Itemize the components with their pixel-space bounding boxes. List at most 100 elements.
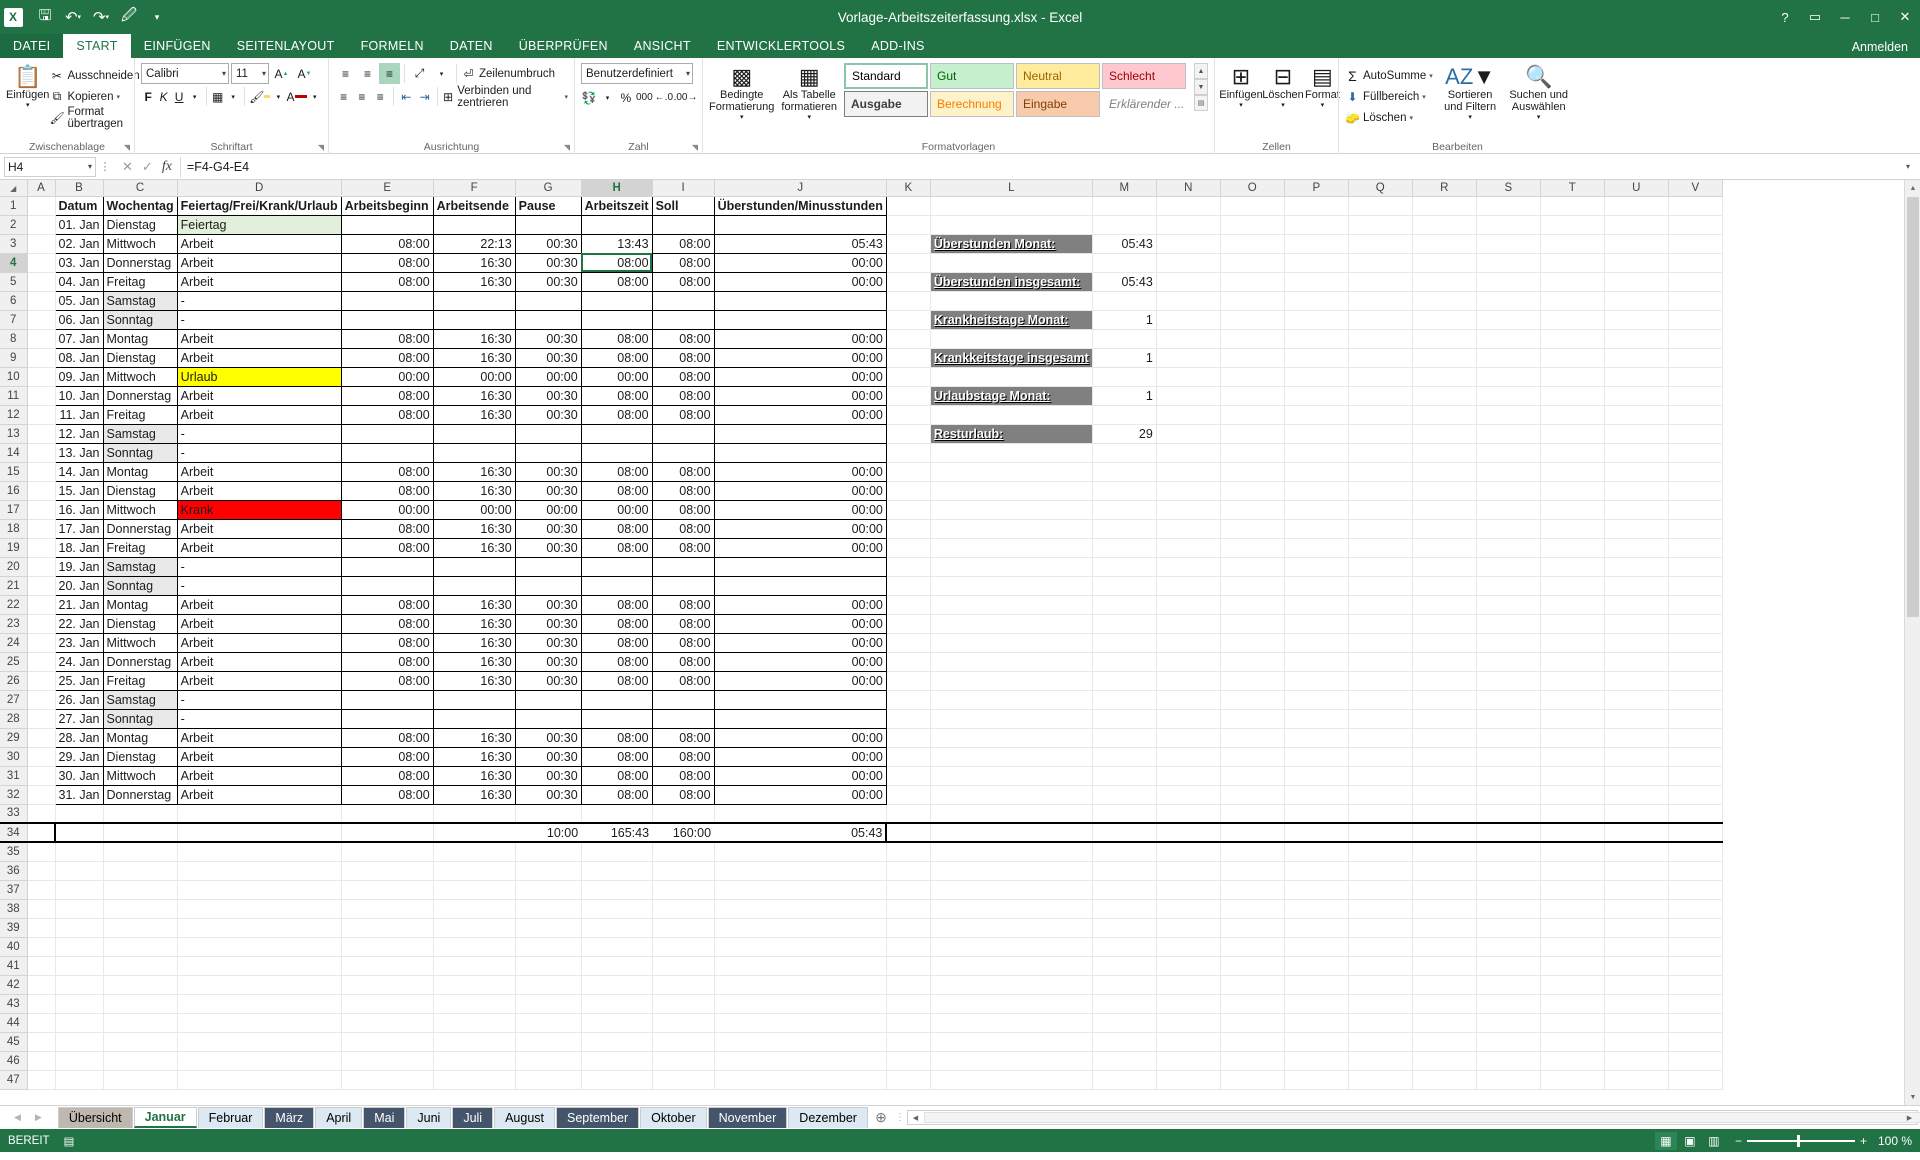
cell-A37[interactable] [27, 880, 55, 899]
cell-L12[interactable] [930, 405, 1092, 424]
normal-view[interactable]: ▦ [1655, 1132, 1677, 1150]
cell-M24[interactable] [1092, 633, 1156, 652]
cell-S18[interactable] [1476, 519, 1540, 538]
cell-V1[interactable] [1668, 196, 1722, 215]
cell-J33[interactable] [714, 804, 886, 823]
cell-U4[interactable] [1604, 253, 1668, 272]
cell-N43[interactable] [1156, 994, 1220, 1013]
cell-P36[interactable] [1284, 861, 1348, 880]
cell-H35[interactable] [581, 842, 652, 861]
cell-E17[interactable]: 00:00 [341, 500, 433, 519]
cell-N21[interactable] [1156, 576, 1220, 595]
cell-T13[interactable] [1540, 424, 1604, 443]
cell-D36[interactable] [177, 861, 341, 880]
cell-H26[interactable]: 08:00 [581, 671, 652, 690]
cell-T16[interactable] [1540, 481, 1604, 500]
column-header-M[interactable]: M [1092, 180, 1156, 196]
cell-F40[interactable] [433, 937, 515, 956]
cell-L16[interactable] [930, 481, 1092, 500]
cell-V35[interactable] [1668, 842, 1722, 861]
cell-J18[interactable]: 00:00 [714, 519, 886, 538]
cell-C21[interactable]: Sonntag [103, 576, 177, 595]
cell-T23[interactable] [1540, 614, 1604, 633]
cell-F17[interactable]: 00:00 [433, 500, 515, 519]
cell-I42[interactable] [652, 975, 714, 994]
row-header-40[interactable]: 40 [0, 937, 27, 956]
cell-I11[interactable]: 08:00 [652, 386, 714, 405]
merge-center-button[interactable]: ⊞ Verbinden und zentrieren ▾ [442, 86, 568, 107]
cell-I6[interactable] [652, 291, 714, 310]
fill-color-icon[interactable]: 🖌 [249, 86, 270, 107]
cell-G6[interactable] [515, 291, 581, 310]
cell-U16[interactable] [1604, 481, 1668, 500]
cell-V40[interactable] [1668, 937, 1722, 956]
summary-value-4[interactable]: 1 [1092, 386, 1156, 405]
cell-Q18[interactable] [1348, 519, 1412, 538]
cell-J26[interactable]: 00:00 [714, 671, 886, 690]
row-header-16[interactable]: 16 [0, 481, 27, 500]
cell-S47[interactable] [1476, 1070, 1540, 1089]
cell-U18[interactable] [1604, 519, 1668, 538]
cell-G14[interactable] [515, 443, 581, 462]
cell-V32[interactable] [1668, 785, 1722, 804]
sheet-tab-dezember[interactable]: Dezember [788, 1107, 868, 1128]
cell-P17[interactable] [1284, 500, 1348, 519]
cell-S27[interactable] [1476, 690, 1540, 709]
cell-T40[interactable] [1540, 937, 1604, 956]
cell-J30[interactable]: 00:00 [714, 747, 886, 766]
cell-H27[interactable] [581, 690, 652, 709]
cell-V21[interactable] [1668, 576, 1722, 595]
cell-C47[interactable] [103, 1070, 177, 1089]
cell-N16[interactable] [1156, 481, 1220, 500]
cell-O11[interactable] [1220, 386, 1284, 405]
column-header-F[interactable]: F [433, 180, 515, 196]
cell-C14[interactable]: Sonntag [103, 443, 177, 462]
cell-L45[interactable] [930, 1032, 1092, 1051]
cell-A22[interactable] [27, 595, 55, 614]
cell-S17[interactable] [1476, 500, 1540, 519]
cell-F14[interactable] [433, 443, 515, 462]
cell-I27[interactable] [652, 690, 714, 709]
copy-button[interactable]: ⧉ Kopieren ▾ [49, 86, 139, 107]
cell-B39[interactable] [55, 918, 103, 937]
cell-P37[interactable] [1284, 880, 1348, 899]
cell-P9[interactable] [1284, 348, 1348, 367]
format-as-table-button[interactable]: ▦ Als Tabelle formatieren ▾ [780, 63, 838, 121]
cell-V11[interactable] [1668, 386, 1722, 405]
cell-G45[interactable] [515, 1032, 581, 1051]
cell-S32[interactable] [1476, 785, 1540, 804]
cell-S40[interactable] [1476, 937, 1540, 956]
conditional-formatting-button[interactable]: ▩ Bedingte Formatierung ▾ [709, 63, 774, 121]
cell-C3[interactable]: Mittwoch [103, 234, 177, 253]
summary-value-3[interactable]: 1 [1092, 348, 1156, 367]
cell-R44[interactable] [1412, 1013, 1476, 1032]
cell-Q5[interactable] [1348, 272, 1412, 291]
cell-R3[interactable] [1412, 234, 1476, 253]
cell-I7[interactable] [652, 310, 714, 329]
cell-F37[interactable] [433, 880, 515, 899]
cell-F7[interactable] [433, 310, 515, 329]
cell-M6[interactable] [1092, 291, 1156, 310]
summary-label-3[interactable]: Krankkeitstage insgesamt [930, 348, 1092, 367]
cell-E34[interactable] [341, 823, 433, 842]
cell-G24[interactable]: 00:30 [515, 633, 581, 652]
cell-K28[interactable] [886, 709, 930, 728]
cell-N33[interactable] [1156, 804, 1220, 823]
cell-E11[interactable]: 08:00 [341, 386, 433, 405]
summary-value-1[interactable]: 05:43 [1092, 272, 1156, 291]
cell-F30[interactable]: 16:30 [433, 747, 515, 766]
maximize-button[interactable]: □ [1860, 0, 1890, 34]
cell-C36[interactable] [103, 861, 177, 880]
cell-V33[interactable] [1668, 804, 1722, 823]
cell-G7[interactable] [515, 310, 581, 329]
cell-A36[interactable] [27, 861, 55, 880]
cell-J13[interactable] [714, 424, 886, 443]
cell-R36[interactable] [1412, 861, 1476, 880]
cell-D16[interactable]: Arbeit [177, 481, 341, 500]
cell-A18[interactable] [27, 519, 55, 538]
cell-R21[interactable] [1412, 576, 1476, 595]
cell-C31[interactable]: Mittwoch [103, 766, 177, 785]
cell-A32[interactable] [27, 785, 55, 804]
cell-E7[interactable] [341, 310, 433, 329]
cell-T28[interactable] [1540, 709, 1604, 728]
